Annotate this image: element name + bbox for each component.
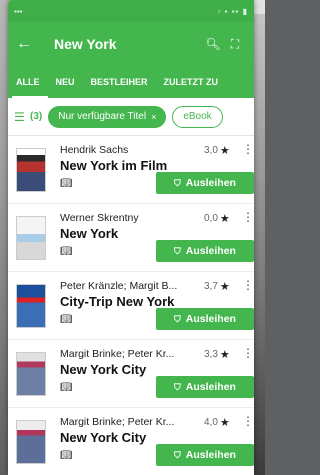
more-icon[interactable]: ⋮ bbox=[242, 278, 254, 292]
book-author: Hendrik Sachs bbox=[60, 144, 129, 156]
star-icon: ★ bbox=[219, 417, 230, 429]
book-title: New York bbox=[60, 226, 119, 241]
borrow-label: Ausleihen bbox=[185, 449, 236, 461]
list-item[interactable]: Werner Skrentny 0,0 ★ ⋮ New York 📖︎ ⛉ Ausl… bbox=[8, 204, 254, 272]
filter-count: (3) bbox=[30, 111, 43, 122]
chip-ebook[interactable]: eBook bbox=[172, 105, 223, 128]
bookmark-icon: ⛉ bbox=[174, 449, 181, 460]
tab-label: BESTLEIHER bbox=[90, 77, 148, 87]
borrow-button[interactable]: ⛉ Ausleihen bbox=[156, 172, 254, 194]
borrow-label: Ausleihen bbox=[185, 313, 236, 325]
tab-neu[interactable]: NEU bbox=[48, 66, 83, 98]
phone-screen: ▪▪▪ ▫ ▪ ▪▪ ▮ ← New York 🔍︎ ⛶ ALLE NEU BE… bbox=[8, 0, 254, 475]
book-rating: 3,3 ★ bbox=[204, 348, 230, 361]
bookmark-icon: ⛉ bbox=[174, 313, 181, 324]
book-icon: 📖︎ bbox=[60, 382, 73, 393]
list-item[interactable]: Margit Brinke; Peter Kr... 4,0 ★ ⋮ New Yo… bbox=[8, 408, 254, 475]
more-icon[interactable]: ⋮ bbox=[242, 414, 254, 428]
result-list: Hendrik Sachs 3,0 ★ ⋮ New York im Film 📖︎… bbox=[8, 136, 254, 475]
book-title: City-Trip New York bbox=[60, 294, 175, 309]
book-cover bbox=[16, 352, 46, 396]
book-rating: 0,0 ★ bbox=[204, 212, 230, 225]
book-icon: 📖︎ bbox=[60, 314, 73, 325]
book-title: New York im Film bbox=[60, 158, 168, 173]
book-rating: 3,0 ★ bbox=[204, 144, 230, 157]
borrow-label: Ausleihen bbox=[185, 381, 236, 393]
borrow-button[interactable]: ⛉ Ausleihen bbox=[156, 308, 254, 330]
tab-bestleiher[interactable]: BESTLEIHER bbox=[83, 66, 156, 98]
more-icon[interactable]: ⋮ bbox=[242, 210, 254, 224]
book-cover bbox=[16, 284, 46, 328]
tab-zuletzt[interactable]: ZULETZT ZU bbox=[156, 66, 227, 98]
list-item[interactable]: Peter Kränzle; Margit B... 3,7 ★ ⋮ City-T… bbox=[8, 272, 254, 340]
rating-value: 0,0 bbox=[204, 213, 218, 224]
book-cover bbox=[16, 420, 46, 464]
app-bar: ← New York 🔍︎ ⛶ bbox=[8, 22, 254, 66]
tab-label: ALLE bbox=[16, 77, 40, 87]
scan-icon[interactable]: ⛶ bbox=[224, 37, 246, 52]
status-bar: ▪▪▪ ▫ ▪ ▪▪ ▮ bbox=[8, 0, 254, 22]
book-author: Margit Brinke; Peter Kr... bbox=[60, 416, 175, 428]
rating-value: 3,3 bbox=[204, 349, 218, 360]
borrow-button[interactable]: ⛉ Ausleihen bbox=[156, 376, 254, 398]
chip-label: eBook bbox=[183, 111, 212, 122]
book-rating: 4,0 ★ bbox=[204, 416, 230, 429]
book-cover bbox=[16, 216, 46, 260]
bookmark-icon: ⛉ bbox=[174, 177, 181, 188]
list-item[interactable]: Margit Brinke; Peter Kr... 3,3 ★ ⋮ New Yo… bbox=[8, 340, 254, 408]
close-icon[interactable]: × bbox=[151, 112, 156, 122]
more-icon[interactable]: ⋮ bbox=[242, 346, 254, 360]
borrow-button[interactable]: ⛉ Ausleihen bbox=[156, 240, 254, 262]
tab-label: ZULETZT ZU bbox=[163, 77, 219, 87]
back-arrow-icon[interactable]: ← bbox=[16, 35, 42, 53]
chip-available-only[interactable]: Nur verfügbare Titel × bbox=[48, 105, 167, 128]
book-rating: 3,7 ★ bbox=[204, 280, 230, 293]
star-icon: ★ bbox=[219, 213, 230, 225]
book-author: Werner Skrentny bbox=[60, 212, 139, 224]
star-icon: ★ bbox=[219, 145, 230, 157]
book-icon: 📖︎ bbox=[60, 450, 73, 461]
tab-bar: ALLE NEU BESTLEIHER ZULETZT ZU bbox=[8, 66, 254, 98]
bookmark-icon: ⛉ bbox=[174, 245, 181, 256]
book-title: New York City bbox=[60, 430, 147, 445]
status-icons: ▫ ▪ ▪▪ ▮ bbox=[217, 6, 248, 16]
book-icon: 📖︎ bbox=[60, 178, 73, 189]
page-title: New York bbox=[54, 36, 117, 52]
list-item[interactable]: Hendrik Sachs 3,0 ★ ⋮ New York im Film 📖︎… bbox=[8, 136, 254, 204]
rating-value: 3,0 bbox=[204, 145, 218, 156]
borrow-label: Ausleihen bbox=[185, 177, 236, 189]
more-icon[interactable]: ⋮ bbox=[242, 142, 254, 156]
book-author: Margit Brinke; Peter Kr... bbox=[60, 348, 175, 360]
star-icon: ★ bbox=[219, 281, 230, 293]
star-icon: ★ bbox=[219, 349, 230, 361]
rating-value: 3,7 bbox=[204, 281, 218, 292]
filter-icon[interactable]: ☰ bbox=[14, 110, 30, 124]
book-cover bbox=[16, 148, 46, 192]
tab-label: NEU bbox=[55, 77, 75, 87]
book-icon: 📖︎ bbox=[60, 246, 73, 257]
chip-label: Nur verfügbare Titel bbox=[58, 111, 147, 122]
bookmark-icon: ⛉ bbox=[174, 381, 181, 392]
search-icon[interactable]: 🔍︎ bbox=[202, 37, 224, 51]
status-time: ▪▪▪ bbox=[14, 6, 23, 16]
borrow-label: Ausleihen bbox=[185, 245, 236, 257]
filter-bar: ☰ (3) Nur verfügbare Titel × eBook bbox=[8, 98, 254, 136]
tab-alle[interactable]: ALLE bbox=[8, 66, 48, 98]
book-author: Peter Kränzle; Margit B... bbox=[60, 280, 178, 292]
book-title: New York City bbox=[60, 362, 147, 377]
borrow-button[interactable]: ⛉ Ausleihen bbox=[156, 444, 254, 466]
rating-value: 4,0 bbox=[204, 417, 218, 428]
